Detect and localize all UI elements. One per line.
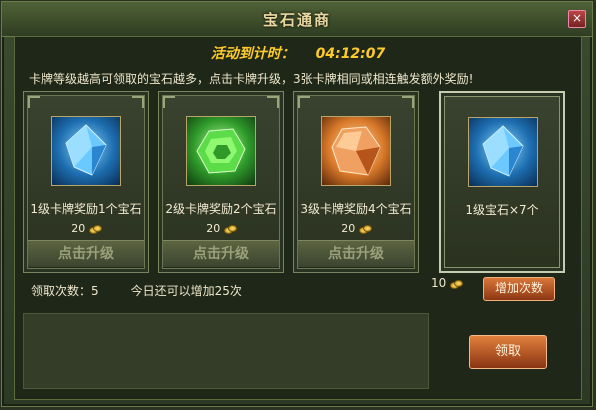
claim-button[interactable]: 领取 <box>469 335 547 369</box>
bonus-reward-card: 1级宝石×7个 <box>439 91 565 273</box>
claim-count-value: 5 <box>91 284 99 298</box>
countdown-value: 04:12:07 <box>315 46 386 62</box>
card-level-2[interactable]: 2级卡牌奖励2个宝石 20 点击升级 <box>158 91 284 273</box>
title-bar: 宝石通商 × <box>2 2 592 37</box>
today-remaining-text: 今日还可以增加25次 <box>130 284 242 298</box>
card-cost: 20 <box>24 222 148 235</box>
add-times-button[interactable]: 增加次数 <box>483 277 555 301</box>
upgrade-button[interactable]: 点击升级 <box>298 240 414 268</box>
card-reward-label: 2级卡牌奖励2个宝石 <box>165 202 277 216</box>
card-reward-label: 1级卡牌奖励1个宝石 <box>30 202 142 216</box>
gold-coin-icon <box>450 279 464 289</box>
countdown: 活动到计时： 04:12:07 <box>15 43 581 63</box>
card-cost: 20 <box>294 222 418 235</box>
description: 卡牌等级越高可领取的宝石越多，点击卡牌升级，3张卡牌相同或相连触发额外奖励! <box>29 72 474 86</box>
window-title: 宝石通商 <box>262 11 331 29</box>
reward-display-panel <box>23 313 429 389</box>
cost-value: 20 <box>341 222 356 235</box>
claim-count-label: 领取次数： <box>31 284 92 298</box>
orange-gem-icon <box>321 116 391 186</box>
green-gem-icon <box>186 116 256 186</box>
gold-coin-icon <box>88 225 102 234</box>
add-cost-value: 10 <box>431 276 447 290</box>
close-icon: × <box>571 11 583 25</box>
gold-coin-icon <box>223 225 237 234</box>
countdown-label: 活动到计时： <box>210 46 295 62</box>
gem-trade-window: 宝石通商 × 活动到计时： 04:12:07 卡牌等级越高可领取的宝石越多，点击… <box>1 1 593 407</box>
blue-gem-icon <box>51 116 121 186</box>
upgrade-button[interactable]: 点击升级 <box>28 240 144 268</box>
card-reward-label: 3级卡牌奖励4个宝石 <box>300 202 412 216</box>
close-button[interactable]: × <box>568 10 586 28</box>
card-cost: 20 <box>159 222 283 235</box>
main-panel: 活动到计时： 04:12:07 卡牌等级越高可领取的宝石越多，点击卡牌升级，3张… <box>14 36 582 400</box>
add-cost: 10 <box>431 276 464 290</box>
card-level-3[interactable]: 3级卡牌奖励4个宝石 20 点击升级 <box>293 91 419 273</box>
blue-gem-icon <box>468 117 538 187</box>
cost-value: 20 <box>206 222 221 235</box>
cost-value: 20 <box>71 222 86 235</box>
upgrade-button[interactable]: 点击升级 <box>163 240 279 268</box>
bonus-reward-label: 1级宝石×7个 <box>465 203 539 217</box>
claim-info: 领取次数：5 今日还可以增加25次 <box>31 282 242 299</box>
card-level-1[interactable]: 1级卡牌奖励1个宝石 20 点击升级 <box>23 91 149 273</box>
gold-coin-icon <box>358 225 372 234</box>
